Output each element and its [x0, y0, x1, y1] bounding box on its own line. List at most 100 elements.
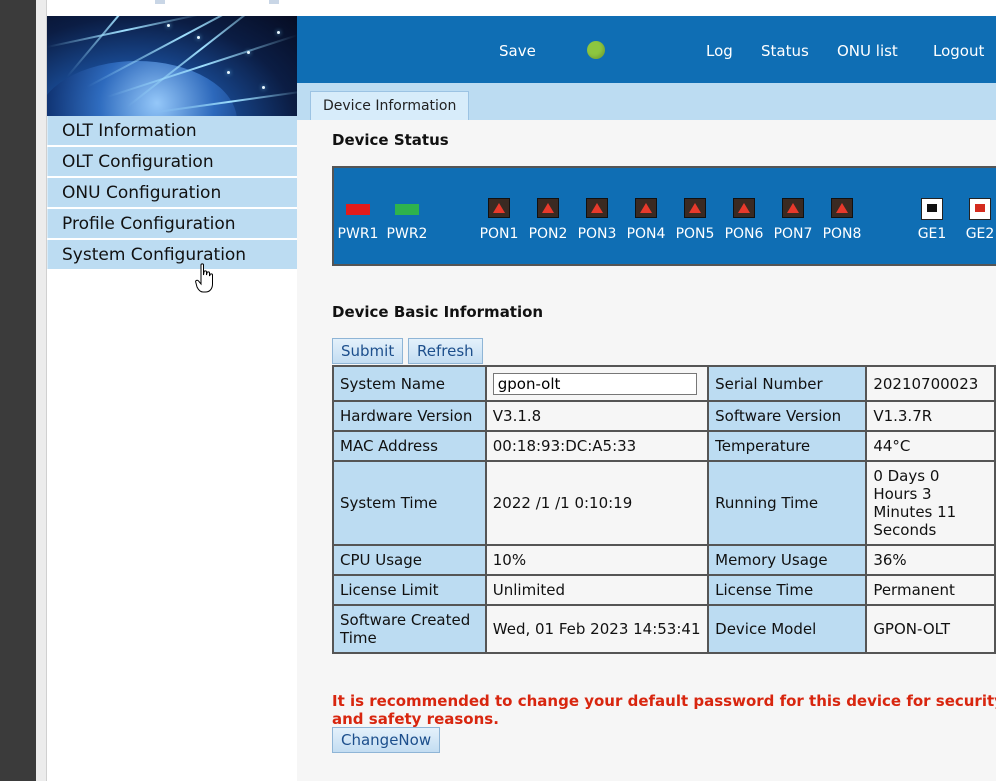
port-label: PWR1 — [337, 226, 379, 242]
submit-button[interactable]: Submit — [332, 338, 404, 364]
pon-port-icon — [782, 198, 804, 218]
device-info-table: System Name Serial Number 20210700023 Ha… — [332, 365, 996, 654]
device-model-label: Device Model — [707, 604, 868, 654]
table-row: Software Created Time Wed, 01 Feb 2023 1… — [332, 604, 996, 654]
sidebar-item-system-configuration[interactable]: System Configuration — [47, 240, 297, 269]
software-created-label: Software Created Time — [332, 604, 487, 654]
port-pon4[interactable]: PON4 — [624, 198, 668, 242]
temperature-label: Temperature — [707, 430, 868, 462]
port-pon7[interactable]: PON7 — [771, 198, 815, 242]
serial-number-label: Serial Number — [707, 365, 868, 402]
tab-device-information[interactable]: Device Information — [310, 91, 470, 120]
hand-cursor-icon — [195, 263, 213, 293]
table-row: CPU Usage 10% Memory Usage 36% — [332, 544, 996, 576]
save-link[interactable]: Save — [499, 42, 536, 60]
mac-address-label: MAC Address — [332, 430, 487, 462]
logout-link[interactable]: Logout — [933, 42, 984, 60]
hardware-version-value: V3.1.8 — [484, 400, 710, 432]
license-limit-value: Unlimited — [484, 574, 710, 606]
status-link[interactable]: Status — [761, 42, 809, 60]
status-led-icon — [587, 41, 605, 59]
port-pon6[interactable]: PON6 — [722, 198, 766, 242]
port-label: PWR2 — [386, 226, 428, 242]
light-dot — [227, 71, 230, 74]
port-label: PON4 — [626, 226, 666, 242]
log-link[interactable]: Log — [706, 42, 733, 60]
port-pon3[interactable]: PON3 — [575, 198, 619, 242]
memory-usage-value: 36% — [865, 544, 996, 576]
top-mark — [155, 0, 165, 4]
table-row: System Name Serial Number 20210700023 — [332, 365, 996, 402]
cpu-usage-label: CPU Usage — [332, 544, 487, 576]
change-now-button[interactable]: ChangeNow — [332, 727, 441, 753]
running-time-label: Running Time — [707, 460, 868, 546]
temperature-value: 44°C — [865, 430, 996, 462]
port-pon8[interactable]: PON8 — [820, 198, 864, 242]
port-label: PON1 — [479, 226, 519, 242]
pon-port-icon — [488, 198, 510, 218]
light-dot — [167, 24, 170, 27]
pon-port-icon — [586, 198, 608, 218]
basic-info-title: Device Basic Information — [332, 303, 544, 321]
tab-bar: Device Information — [297, 83, 996, 120]
license-limit-label: License Limit — [332, 574, 487, 606]
software-created-value: Wed, 01 Feb 2023 14:53:41 — [484, 604, 710, 654]
light-dot — [277, 31, 280, 34]
top-mark — [269, 0, 279, 4]
sidebar-item-profile-configuration[interactable]: Profile Configuration — [47, 209, 297, 238]
mac-address-value: 00:18:93:DC:A5:33 — [484, 430, 710, 462]
table-row: System Time 2022 /1 /1 0:10:19 Running T… — [332, 460, 996, 546]
onu-list-link[interactable]: ONU list — [837, 42, 898, 60]
sidebar-item-olt-information[interactable]: OLT Information — [47, 116, 297, 145]
light-dot — [197, 36, 200, 39]
port-pwr2: PWR2 — [385, 198, 429, 242]
top-header: Save Log Status ONU list Logout — [297, 16, 996, 83]
port-pon1[interactable]: PON1 — [477, 198, 521, 242]
globe-graphic — [47, 61, 237, 116]
port-label: PON5 — [675, 226, 715, 242]
refresh-button[interactable]: Refresh — [408, 338, 483, 364]
software-version-label: Software Version — [707, 400, 868, 432]
pwr1-led-icon — [346, 204, 370, 215]
port-label: PON7 — [773, 226, 813, 242]
ethernet-port-icon — [969, 198, 991, 220]
hardware-version-label: Hardware Version — [332, 400, 487, 432]
password-warning: It is recommended to change your default… — [332, 692, 996, 728]
system-time-label: System Time — [332, 460, 487, 546]
table-row: License Limit Unlimited License Time Per… — [332, 574, 996, 606]
port-label: PON8 — [822, 226, 862, 242]
screen-left-edge — [0, 0, 36, 781]
system-name-cell — [484, 365, 710, 402]
fiber-line — [47, 16, 204, 48]
ethernet-port-icon — [921, 198, 943, 220]
port-pon2[interactable]: PON2 — [526, 198, 570, 242]
license-time-label: License Time — [707, 574, 868, 606]
cpu-usage-value: 10% — [484, 544, 710, 576]
memory-usage-label: Memory Usage — [707, 544, 868, 576]
pon-port-icon — [733, 198, 755, 218]
light-dot — [247, 51, 250, 54]
serial-number-value: 20210700023 — [865, 365, 996, 402]
system-name-input[interactable] — [492, 372, 697, 395]
device-model-value: GPON-OLT — [865, 604, 996, 654]
table-row: Hardware Version V3.1.8 Software Version… — [332, 400, 996, 432]
sidebar-item-onu-configuration[interactable]: ONU Configuration — [47, 178, 297, 207]
port-ge2[interactable]: GE2 — [958, 198, 996, 242]
port-ge1[interactable]: GE1 — [910, 198, 954, 242]
pwr2-led-icon — [395, 204, 419, 215]
port-label: GE2 — [965, 226, 995, 242]
pon-port-icon — [831, 198, 853, 218]
top-strip — [47, 0, 996, 16]
port-label: GE1 — [917, 226, 947, 242]
pon-port-icon — [635, 198, 657, 218]
port-pon5[interactable]: PON5 — [673, 198, 717, 242]
device-status-panel: PWR1 PWR2 PON1 PON2 PON3 PON4 PON5 PON6 — [332, 166, 996, 266]
running-time-value: 0 Days 0 Hours 3 Minutes 11 Seconds — [865, 460, 996, 546]
main-content: Device Status PWR1 PWR2 PON1 PON2 PON3 P… — [297, 120, 996, 781]
sidebar-item-olt-configuration[interactable]: OLT Configuration — [47, 147, 297, 176]
pon-port-icon — [684, 198, 706, 218]
system-time-value: 2022 /1 /1 0:10:19 — [484, 460, 710, 546]
sidebar-menu: OLT Information OLT Configuration ONU Co… — [47, 116, 297, 271]
window-border — [36, 0, 47, 781]
license-time-value: Permanent — [865, 574, 996, 606]
